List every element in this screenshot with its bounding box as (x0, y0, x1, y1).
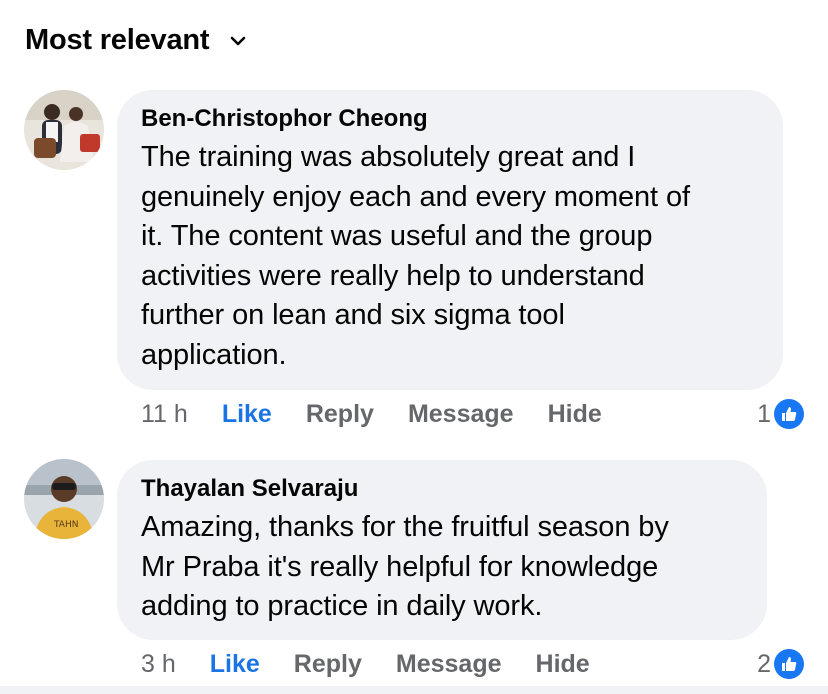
comment-line: further on lean and six sigma tool (141, 299, 565, 331)
comment-author[interactable]: Ben-Christophor Cheong (141, 104, 757, 134)
comment-line: The training was absolutely great and I (141, 141, 636, 173)
reaction-count: 1 (757, 399, 771, 428)
hide-button[interactable]: Hide (536, 650, 590, 679)
comment-line: application. (141, 338, 287, 371)
reply-button[interactable]: Reply (294, 650, 362, 679)
comment-line: activities were really help to understan… (141, 259, 645, 292)
hide-button[interactable]: Hide (548, 400, 602, 429)
reply-button[interactable]: Reply (306, 400, 374, 429)
thumbs-up-icon (774, 649, 804, 679)
reaction-summary[interactable]: 1 (757, 399, 804, 429)
comment-bubble: Ben-Christophor Cheong The training was … (117, 90, 783, 390)
comment-line: Amazing, thanks for the fruitful season … (141, 511, 669, 543)
svg-text:TAHN: TAHN (53, 520, 78, 530)
sort-label: Most relevant (25, 24, 210, 56)
sort-dropdown[interactable]: Most relevant (25, 24, 247, 57)
chevron-down-icon (231, 36, 246, 45)
comment-author[interactable]: Thayalan Selvaraju (141, 474, 741, 504)
like-button[interactable]: Like (210, 650, 260, 679)
thumbs-up-icon (774, 399, 804, 429)
profile-photo: TAHN (24, 459, 104, 539)
comment-text: Amazing, thanks for the fruitful season … (141, 508, 741, 627)
reaction-count: 2 (757, 649, 771, 678)
comment-actions: 3 h Like Reply Message Hide (141, 650, 590, 679)
message-button[interactable]: Message (396, 650, 502, 679)
comment-text: The training was absolutely great and I … (141, 138, 757, 375)
comment-line: genuinely enjoy each and every moment of (141, 180, 690, 213)
avatar[interactable] (24, 90, 104, 170)
comment-actions: 11 h Like Reply Message Hide (141, 400, 602, 429)
profile-photo (24, 90, 104, 170)
comment-bubble: Thayalan Selvaraju Amazing, thanks for t… (117, 460, 767, 640)
comment-timestamp[interactable]: 11 h (141, 400, 188, 429)
comment-line: adding to practice in daily work. (141, 590, 543, 622)
message-button[interactable]: Message (408, 400, 514, 429)
avatar[interactable]: TAHN (24, 459, 104, 539)
comment-timestamp[interactable]: 3 h (141, 650, 176, 679)
reaction-summary[interactable]: 2 (757, 649, 804, 679)
like-button[interactable]: Like (222, 400, 272, 429)
comment-line: it. The content was useful and the group (141, 220, 653, 252)
divider (0, 686, 828, 694)
comment-line: Mr Praba it's really helpful for knowled… (141, 550, 659, 583)
